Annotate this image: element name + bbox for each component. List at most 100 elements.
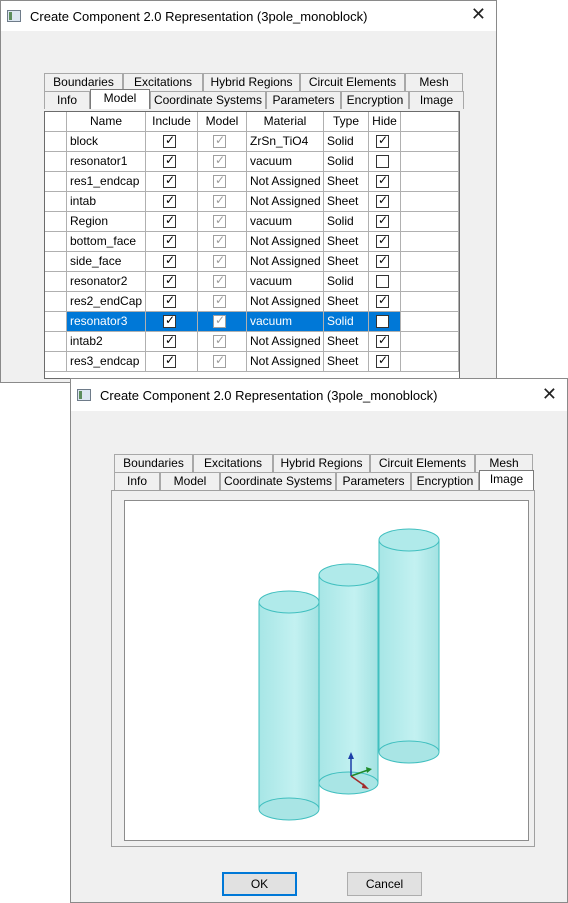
include-cell[interactable]: ✓ xyxy=(146,192,198,212)
name-cell[interactable]: resonator3 xyxy=(67,312,146,332)
material-cell[interactable]: Not Assigned xyxy=(247,292,324,312)
row-header-cell[interactable] xyxy=(45,332,67,352)
row-header-cell[interactable] xyxy=(45,132,67,152)
include-checkbox[interactable]: ✓ xyxy=(163,353,176,368)
row-header-cell[interactable] xyxy=(45,352,67,372)
tab-boundaries[interactable]: Boundaries xyxy=(114,454,193,472)
material-cell[interactable]: Not Assigned xyxy=(247,172,324,192)
ok-button[interactable]: OK xyxy=(222,872,297,896)
include-checkbox[interactable]: ✓ xyxy=(163,153,176,168)
hide-checkbox[interactable]: ✓ xyxy=(376,293,389,308)
hide-cell[interactable]: ✓ xyxy=(369,172,401,192)
include-cell[interactable]: ✓ xyxy=(146,252,198,272)
tab-hybrid-regions[interactable]: Hybrid Regions xyxy=(273,454,370,472)
include-cell[interactable]: ✓ xyxy=(146,132,198,152)
material-cell[interactable]: Not Assigned xyxy=(247,252,324,272)
material-cell[interactable]: Not Assigned xyxy=(247,352,324,372)
include-cell[interactable]: ✓ xyxy=(146,232,198,252)
hide-cell[interactable]: ✓ xyxy=(369,132,401,152)
include-cell[interactable]: ✓ xyxy=(146,312,198,332)
hide-cell[interactable]: ✓ xyxy=(369,212,401,232)
tab-model[interactable]: Model xyxy=(90,89,150,109)
name-cell[interactable]: res2_endCap xyxy=(67,292,146,312)
table-row[interactable]: block ✓ ✓ ZrSn_TiO4 Solid ✓ xyxy=(45,132,459,152)
tab-encryption[interactable]: Encryption xyxy=(411,472,479,490)
tab-info[interactable]: Info xyxy=(44,91,90,109)
tab-parameters[interactable]: Parameters xyxy=(336,472,411,490)
hide-cell[interactable] xyxy=(369,312,401,332)
hide-checkbox[interactable] xyxy=(376,315,389,328)
include-cell[interactable]: ✓ xyxy=(146,272,198,292)
hide-cell[interactable]: ✓ xyxy=(369,332,401,352)
include-checkbox[interactable]: ✓ xyxy=(163,253,176,268)
col-model[interactable]: Model xyxy=(198,112,247,132)
include-cell[interactable]: ✓ xyxy=(146,212,198,232)
name-cell[interactable]: resonator2 xyxy=(67,272,146,292)
name-cell[interactable]: res1_endcap xyxy=(67,172,146,192)
table-row[interactable]: Region ✓ ✓ vacuum Solid ✓ xyxy=(45,212,459,232)
name-cell[interactable]: res3_endcap xyxy=(67,352,146,372)
tab-parameters[interactable]: Parameters xyxy=(266,91,341,109)
name-cell[interactable]: block xyxy=(67,132,146,152)
row-header-cell[interactable] xyxy=(45,232,67,252)
hide-cell[interactable] xyxy=(369,152,401,172)
hide-checkbox[interactable]: ✓ xyxy=(376,133,389,148)
close-icon[interactable]: ✕ xyxy=(471,5,486,25)
hide-cell[interactable]: ✓ xyxy=(369,352,401,372)
material-cell[interactable]: vacuum xyxy=(247,272,324,292)
name-cell[interactable]: Region xyxy=(67,212,146,232)
hide-checkbox[interactable]: ✓ xyxy=(376,173,389,188)
include-checkbox[interactable]: ✓ xyxy=(163,273,176,288)
tab-excitations[interactable]: Excitations xyxy=(193,454,273,472)
table-row[interactable]: bottom_face ✓ ✓ Not Assigned Sheet ✓ xyxy=(45,232,459,252)
row-header-cell[interactable] xyxy=(45,172,67,192)
include-checkbox[interactable]: ✓ xyxy=(163,293,176,308)
close-icon[interactable]: ✕ xyxy=(542,385,557,405)
hide-cell[interactable]: ✓ xyxy=(369,232,401,252)
include-checkbox[interactable]: ✓ xyxy=(163,313,176,328)
hide-cell[interactable]: ✓ xyxy=(369,292,401,312)
hide-checkbox[interactable]: ✓ xyxy=(376,253,389,268)
tab-encryption[interactable]: Encryption xyxy=(341,91,409,109)
material-cell[interactable]: ZrSn_TiO4 xyxy=(247,132,324,152)
name-cell[interactable]: intab2 xyxy=(67,332,146,352)
hide-checkbox[interactable] xyxy=(376,275,389,288)
include-cell[interactable]: ✓ xyxy=(146,352,198,372)
hide-cell[interactable]: ✓ xyxy=(369,192,401,212)
name-cell[interactable]: side_face xyxy=(67,252,146,272)
include-cell[interactable]: ✓ xyxy=(146,172,198,192)
tab-model[interactable]: Model xyxy=(160,472,220,490)
row-header-cell[interactable] xyxy=(45,312,67,332)
tab-circuit-elements[interactable]: Circuit Elements xyxy=(370,454,475,472)
material-cell[interactable]: vacuum xyxy=(247,152,324,172)
table-row[interactable]: side_face ✓ ✓ Not Assigned Sheet ✓ xyxy=(45,252,459,272)
col-name[interactable]: Name xyxy=(67,112,146,132)
table-row[interactable]: resonator3 ✓ ✓ vacuum Solid xyxy=(45,312,459,332)
tab-hybrid-regions[interactable]: Hybrid Regions xyxy=(203,73,300,91)
table-row[interactable]: res3_endcap ✓ ✓ Not Assigned Sheet ✓ xyxy=(45,352,459,372)
name-cell[interactable]: bottom_face xyxy=(67,232,146,252)
table-row[interactable]: intab ✓ ✓ Not Assigned Sheet ✓ xyxy=(45,192,459,212)
table-row[interactable]: resonator2 ✓ ✓ vacuum Solid xyxy=(45,272,459,292)
table-row[interactable]: resonator1 ✓ ✓ vacuum Solid xyxy=(45,152,459,172)
material-cell[interactable]: vacuum xyxy=(247,312,324,332)
hide-cell[interactable] xyxy=(369,272,401,292)
include-cell[interactable]: ✓ xyxy=(146,292,198,312)
table-row[interactable]: intab2 ✓ ✓ Not Assigned Sheet ✓ xyxy=(45,332,459,352)
row-header-cell[interactable] xyxy=(45,152,67,172)
col-hide[interactable]: Hide xyxy=(369,112,401,132)
tab-image[interactable]: Image xyxy=(479,470,534,490)
col-material[interactable]: Material xyxy=(247,112,324,132)
include-checkbox[interactable]: ✓ xyxy=(163,333,176,348)
row-header-cell[interactable] xyxy=(45,292,67,312)
col-type[interactable]: Type xyxy=(324,112,369,132)
col-include[interactable]: Include xyxy=(146,112,198,132)
include-cell[interactable]: ✓ xyxy=(146,332,198,352)
tab-image[interactable]: Image xyxy=(409,91,464,109)
include-checkbox[interactable]: ✓ xyxy=(163,233,176,248)
include-checkbox[interactable]: ✓ xyxy=(163,193,176,208)
hide-cell[interactable]: ✓ xyxy=(369,252,401,272)
tab-coordinate-systems[interactable]: Coordinate Systems xyxy=(150,91,266,109)
tab-coordinate-systems[interactable]: Coordinate Systems xyxy=(220,472,336,490)
row-header-cell[interactable] xyxy=(45,272,67,292)
